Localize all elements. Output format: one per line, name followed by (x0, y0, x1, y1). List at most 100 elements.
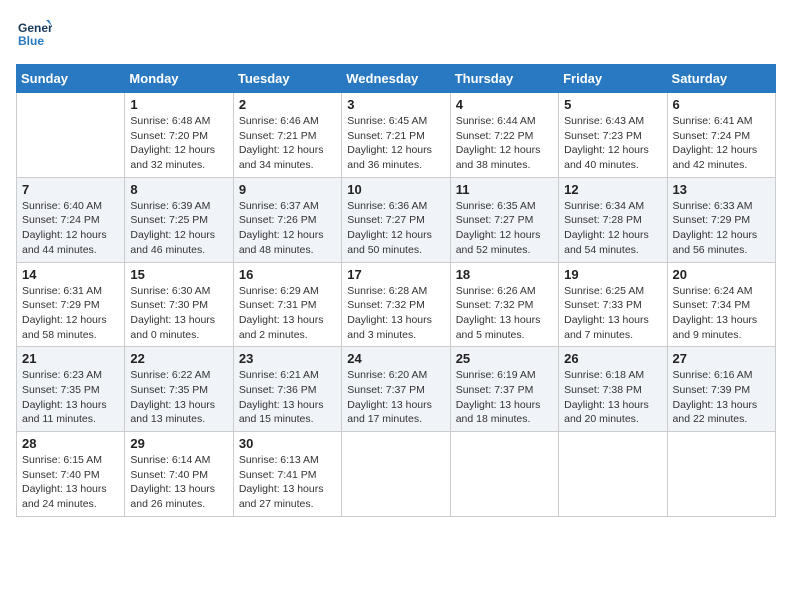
calendar-header-row: SundayMondayTuesdayWednesdayThursdayFrid… (17, 65, 776, 93)
weekday-header: Tuesday (233, 65, 341, 93)
day-number: 26 (564, 351, 661, 366)
day-info: Sunrise: 6:28 AM Sunset: 7:32 PM Dayligh… (347, 284, 444, 343)
day-info: Sunrise: 6:19 AM Sunset: 7:37 PM Dayligh… (456, 368, 553, 427)
day-number: 30 (239, 436, 336, 451)
day-info: Sunrise: 6:44 AM Sunset: 7:22 PM Dayligh… (456, 114, 553, 173)
day-number: 3 (347, 97, 444, 112)
day-number: 22 (130, 351, 227, 366)
calendar-cell (667, 432, 775, 517)
day-info: Sunrise: 6:34 AM Sunset: 7:28 PM Dayligh… (564, 199, 661, 258)
day-number: 17 (347, 267, 444, 282)
calendar-cell: 21 Sunrise: 6:23 AM Sunset: 7:35 PM Dayli… (17, 347, 125, 432)
weekday-header: Saturday (667, 65, 775, 93)
calendar-cell (17, 93, 125, 178)
day-info: Sunrise: 6:25 AM Sunset: 7:33 PM Dayligh… (564, 284, 661, 343)
calendar-cell (450, 432, 558, 517)
calendar-cell: 26Sunrise: 6:18 AM Sunset: 7:38 PM Dayli… (559, 347, 667, 432)
calendar-cell: 3Sunrise: 6:45 AM Sunset: 7:21 PM Daylig… (342, 93, 450, 178)
day-number: 24 (347, 351, 444, 366)
day-number: 8 (130, 182, 227, 197)
day-number: 11 (456, 182, 553, 197)
calendar-week-row: 14 Sunrise: 6:31 AM Sunset: 7:29 PM Dayli… (17, 262, 776, 347)
weekday-header: Wednesday (342, 65, 450, 93)
day-number: 19 (564, 267, 661, 282)
calendar-week-row: 28Sunrise: 6:15 AM Sunset: 7:40 PM Dayli… (17, 432, 776, 517)
calendar-week-row: 21 Sunrise: 6:23 AM Sunset: 7:35 PM Dayli… (17, 347, 776, 432)
logo-icon: General Blue (16, 16, 52, 52)
day-number: 7 (22, 182, 119, 197)
calendar-cell: 28Sunrise: 6:15 AM Sunset: 7:40 PM Dayli… (17, 432, 125, 517)
day-info: Sunrise: 6:16 AM Sunset: 7:39 PM Dayligh… (673, 368, 770, 427)
day-info: Sunrise: 6:36 AM Sunset: 7:27 PM Dayligh… (347, 199, 444, 258)
day-number: 28 (22, 436, 119, 451)
day-number: 4 (456, 97, 553, 112)
day-number: 21 (22, 351, 119, 366)
calendar-cell: 11 Sunrise: 6:35 AM Sunset: 7:27 PM Dayli… (450, 177, 558, 262)
day-info: Sunrise: 6:33 AM Sunset: 7:29 PM Dayligh… (673, 199, 770, 258)
calendar-cell: 15Sunrise: 6:30 AM Sunset: 7:30 PM Dayli… (125, 262, 233, 347)
svg-text:General: General (18, 21, 52, 35)
weekday-header: Thursday (450, 65, 558, 93)
day-info: Sunrise: 6:41 AM Sunset: 7:24 PM Dayligh… (673, 114, 770, 173)
calendar-cell: 14 Sunrise: 6:31 AM Sunset: 7:29 PM Dayli… (17, 262, 125, 347)
weekday-header: Monday (125, 65, 233, 93)
day-number: 14 (22, 267, 119, 282)
calendar-cell: 4 Sunrise: 6:44 AM Sunset: 7:22 PM Daylig… (450, 93, 558, 178)
page-header: General Blue (16, 16, 776, 52)
day-info: Sunrise: 6:35 AM Sunset: 7:27 PM Dayligh… (456, 199, 553, 258)
day-info: Sunrise: 6:21 AM Sunset: 7:36 PM Dayligh… (239, 368, 336, 427)
day-info: Sunrise: 6:22 AM Sunset: 7:35 PM Dayligh… (130, 368, 227, 427)
day-info: Sunrise: 6:14 AM Sunset: 7:40 PM Dayligh… (130, 453, 227, 512)
calendar-cell: 8 Sunrise: 6:39 AM Sunset: 7:25 PM Daylig… (125, 177, 233, 262)
weekday-header: Friday (559, 65, 667, 93)
day-info: Sunrise: 6:23 AM Sunset: 7:35 PM Dayligh… (22, 368, 119, 427)
day-info: Sunrise: 6:24 AM Sunset: 7:34 PM Dayligh… (673, 284, 770, 343)
calendar-week-row: 7 Sunrise: 6:40 AM Sunset: 7:24 PM Daylig… (17, 177, 776, 262)
calendar-cell: 24 Sunrise: 6:20 AM Sunset: 7:37 PM Dayli… (342, 347, 450, 432)
day-number: 10 (347, 182, 444, 197)
day-info: Sunrise: 6:43 AM Sunset: 7:23 PM Dayligh… (564, 114, 661, 173)
calendar-cell: 23 Sunrise: 6:21 AM Sunset: 7:36 PM Dayli… (233, 347, 341, 432)
day-number: 13 (673, 182, 770, 197)
day-number: 20 (673, 267, 770, 282)
calendar-cell: 6 Sunrise: 6:41 AM Sunset: 7:24 PM Daylig… (667, 93, 775, 178)
calendar-cell: 16Sunrise: 6:29 AM Sunset: 7:31 PM Dayli… (233, 262, 341, 347)
calendar-cell: 12 Sunrise: 6:34 AM Sunset: 7:28 PM Dayli… (559, 177, 667, 262)
day-number: 2 (239, 97, 336, 112)
calendar-cell: 25Sunrise: 6:19 AM Sunset: 7:37 PM Dayli… (450, 347, 558, 432)
calendar-cell: 27Sunrise: 6:16 AM Sunset: 7:39 PM Dayli… (667, 347, 775, 432)
calendar-cell: 5 Sunrise: 6:43 AM Sunset: 7:23 PM Daylig… (559, 93, 667, 178)
calendar-cell: 10 Sunrise: 6:36 AM Sunset: 7:27 PM Dayli… (342, 177, 450, 262)
day-info: Sunrise: 6:37 AM Sunset: 7:26 PM Dayligh… (239, 199, 336, 258)
day-number: 23 (239, 351, 336, 366)
day-info: Sunrise: 6:40 AM Sunset: 7:24 PM Dayligh… (22, 199, 119, 258)
day-number: 12 (564, 182, 661, 197)
calendar-table: SundayMondayTuesdayWednesdayThursdayFrid… (16, 64, 776, 517)
calendar-cell: 22 Sunrise: 6:22 AM Sunset: 7:35 PM Dayli… (125, 347, 233, 432)
day-info: Sunrise: 6:39 AM Sunset: 7:25 PM Dayligh… (130, 199, 227, 258)
day-info: Sunrise: 6:20 AM Sunset: 7:37 PM Dayligh… (347, 368, 444, 427)
day-number: 6 (673, 97, 770, 112)
day-info: Sunrise: 6:26 AM Sunset: 7:32 PM Dayligh… (456, 284, 553, 343)
weekday-header: Sunday (17, 65, 125, 93)
day-info: Sunrise: 6:13 AM Sunset: 7:41 PM Dayligh… (239, 453, 336, 512)
calendar-cell: 1Sunrise: 6:48 AM Sunset: 7:20 PM Daylig… (125, 93, 233, 178)
logo: General Blue (16, 16, 52, 52)
day-number: 9 (239, 182, 336, 197)
day-number: 16 (239, 267, 336, 282)
day-number: 18 (456, 267, 553, 282)
svg-text:Blue: Blue (18, 34, 44, 48)
calendar-cell: 20 Sunrise: 6:24 AM Sunset: 7:34 PM Dayli… (667, 262, 775, 347)
calendar-cell: 13 Sunrise: 6:33 AM Sunset: 7:29 PM Dayli… (667, 177, 775, 262)
calendar-cell: 9 Sunrise: 6:37 AM Sunset: 7:26 PM Daylig… (233, 177, 341, 262)
day-info: Sunrise: 6:31 AM Sunset: 7:29 PM Dayligh… (22, 284, 119, 343)
day-info: Sunrise: 6:46 AM Sunset: 7:21 PM Dayligh… (239, 114, 336, 173)
calendar-cell: 30 Sunrise: 6:13 AM Sunset: 7:41 PM Dayli… (233, 432, 341, 517)
calendar-cell: 18 Sunrise: 6:26 AM Sunset: 7:32 PM Dayli… (450, 262, 558, 347)
day-info: Sunrise: 6:48 AM Sunset: 7:20 PM Dayligh… (130, 114, 227, 173)
calendar-cell: 17 Sunrise: 6:28 AM Sunset: 7:32 PM Dayli… (342, 262, 450, 347)
calendar-cell: 2 Sunrise: 6:46 AM Sunset: 7:21 PM Daylig… (233, 93, 341, 178)
calendar-cell: 19 Sunrise: 6:25 AM Sunset: 7:33 PM Dayli… (559, 262, 667, 347)
day-number: 5 (564, 97, 661, 112)
calendar-cell (559, 432, 667, 517)
